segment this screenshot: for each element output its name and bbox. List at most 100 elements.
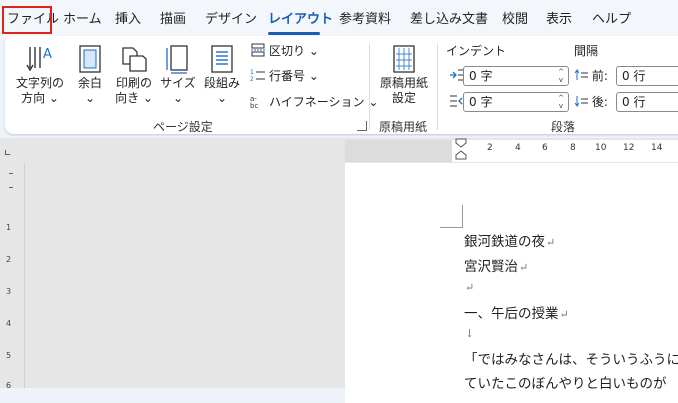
margins-icon (75, 44, 105, 74)
spacing-after-field[interactable]: 0 行 (616, 92, 678, 112)
breaks-icon (250, 43, 266, 57)
margins-label: 余白 (77, 76, 102, 90)
tab-draw[interactable]: 描画 (160, 7, 186, 33)
paragraph-mark-icon: ↵ (559, 308, 569, 321)
spinner-arrows-icon[interactable]: ^ v (557, 68, 565, 84)
document-line[interactable]: ていたこのぼんやりと白いものが (464, 372, 667, 392)
indent-left-field[interactable]: 0 字 ^ v (463, 66, 569, 86)
spinner-arrows-icon[interactable]: ^ v (557, 94, 565, 110)
ruler-text-area (452, 140, 678, 162)
orientation-label-2: 向き ⌄ (115, 91, 153, 105)
page-setup-group-label: ページ設定 (153, 120, 213, 134)
manuscript-group-label: 原稿用紙 (379, 120, 428, 134)
ruler-tick-label: 12 (623, 143, 635, 153)
spacing-before-label: 前: (574, 66, 608, 86)
hyphenation-label: ハイフネーション ⌄ (269, 95, 379, 109)
text-direction-label-2: 方向 ⌄ (21, 91, 59, 105)
document-line[interactable]: 一、午后の授業↵ (464, 302, 569, 322)
svg-text:bc: bc (250, 102, 258, 108)
manuscript-label-2: 設定 (391, 91, 416, 105)
tab-selector-icon[interactable]: ∟ (4, 149, 12, 159)
indent-marker-icon[interactable] (455, 138, 467, 162)
vruler-tick-label: 5 (6, 351, 12, 360)
line-numbers-label: 行番号 ⌄ (269, 69, 319, 83)
document-line[interactable]: ↵ (464, 279, 474, 295)
vertical-ruler[interactable]: ∟ 1 2 3 4 5 6 (0, 149, 25, 390)
columns-icon (207, 44, 237, 74)
group-separator (437, 44, 438, 130)
hyphenation-button[interactable]: a-bc ハイフネーション ⌄ (250, 93, 378, 111)
tab-insert[interactable]: 挿入 (115, 7, 141, 33)
group-separator (369, 44, 370, 130)
ruler-tick (9, 173, 13, 174)
spacing-after-icon (574, 95, 588, 109)
manuscript-paper-icon (389, 44, 419, 74)
size-dropdown-caret: ⌄ (172, 91, 184, 105)
indent-header: インデント (446, 44, 507, 58)
hyphenation-icon: a-bc (250, 94, 266, 110)
page-size-icon (163, 44, 193, 74)
vruler-tick-label: 1 (6, 223, 12, 232)
text-direction-label: 文字列の (15, 76, 64, 90)
vruler-tick-label: 4 (6, 319, 12, 328)
tab-design[interactable]: デザイン (205, 7, 257, 33)
columns-dropdown-caret: ⌄ (216, 91, 228, 105)
vruler-tick-label: 2 (6, 255, 12, 264)
document-line[interactable]: 宮沢賢治↵ (464, 255, 528, 275)
text-direction-button[interactable]: A 文字列の 方向 ⌄ (14, 44, 66, 106)
ruler-tick-label: 8 (570, 143, 576, 153)
tab-view[interactable]: 表示 (546, 7, 572, 33)
page-margin-corner-mark (440, 205, 463, 228)
line-numbers-button[interactable]: 12 行番号 ⌄ (250, 67, 319, 85)
tab-review[interactable]: 校閲 (502, 7, 528, 33)
svg-text:1: 1 (250, 69, 254, 76)
orientation-button[interactable]: 印刷の 向き ⌄ (113, 44, 155, 106)
tab-home[interactable]: ホーム (63, 7, 102, 33)
ribbon-tab-bar: ファイル ホーム 挿入 描画 デザイン レイアウト 参考資料 差し込み文書 校閲… (0, 0, 678, 40)
spacing-after-value: 0 行 (622, 95, 646, 109)
margins-dropdown-caret: ⌄ (84, 91, 96, 105)
svg-text:A: A (43, 47, 52, 62)
page-setup-dialog-launcher-icon[interactable] (357, 121, 367, 131)
columns-label: 段組み (203, 76, 240, 90)
ruler-tick (9, 187, 13, 188)
manuscript-label: 原稿用紙 (379, 76, 428, 90)
line-numbers-icon: 12 (250, 68, 266, 83)
svg-text:2: 2 (250, 76, 254, 82)
size-button[interactable]: サイズ ⌄ (158, 44, 198, 106)
paragraph-group-label: 段落 (551, 120, 576, 134)
document-line[interactable]: 銀河鉄道の夜↵ (464, 230, 555, 250)
spacing-after-label: 後: (574, 92, 608, 112)
margins-button[interactable]: 余白 ⌄ (70, 44, 110, 106)
breaks-button[interactable]: 区切り ⌄ (250, 42, 319, 60)
text-direction-icon: A (25, 44, 55, 74)
vruler-tick-label: 6 (6, 381, 12, 390)
orientation-icon (119, 44, 149, 74)
ruler-tick-label: 6 (542, 143, 548, 153)
paragraph-mark-icon: ↵ (519, 261, 529, 274)
tab-mailings[interactable]: 差し込み文書 (410, 7, 488, 33)
ruler-margin-area (345, 140, 452, 162)
indent-right-value: 0 字 (469, 95, 493, 109)
indent-right-field[interactable]: 0 字 ^ v (463, 92, 569, 112)
ruler-tick-label: 2 (487, 143, 493, 153)
spacing-before-field[interactable]: 0 行 (616, 66, 678, 86)
line-break-mark-icon: ↓ (465, 327, 475, 340)
tab-layout[interactable]: レイアウト (268, 7, 333, 33)
tab-references[interactable]: 参考資料 (339, 7, 391, 33)
file-tab-highlight-box (2, 6, 52, 34)
ruler-tick-label: 4 (515, 143, 521, 153)
tab-help[interactable]: ヘルプ (592, 7, 631, 33)
manuscript-settings-button[interactable]: 原稿用紙 設定 (376, 44, 432, 106)
document-line[interactable]: ↓ (464, 325, 474, 341)
vruler-tick-label: 3 (6, 287, 12, 296)
active-tab-indicator (268, 32, 320, 35)
breaks-label: 区切り ⌄ (269, 44, 319, 58)
paragraph-mark-icon: ↵ (465, 281, 475, 294)
ruler-tick-label: 14 (651, 143, 663, 153)
document-line[interactable]: 「ではみなさんは、そういうふうに (464, 348, 678, 368)
indent-left-value: 0 字 (469, 69, 493, 83)
columns-button[interactable]: 段組み ⌄ (201, 44, 243, 106)
size-label: サイズ (160, 76, 196, 90)
spacing-header: 間隔 (574, 44, 599, 58)
